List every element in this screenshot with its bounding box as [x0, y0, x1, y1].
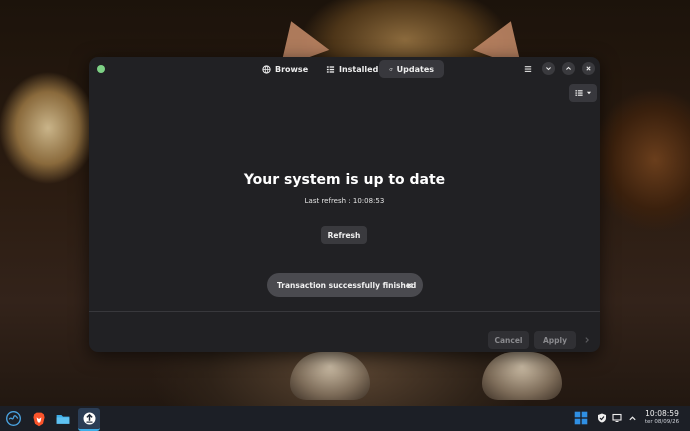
tab-browse-label: Browse: [275, 64, 309, 74]
minimize-button[interactable]: [542, 62, 555, 75]
refresh-icon: [389, 67, 393, 71]
clock-time: 10:08:59: [645, 409, 679, 418]
view-mode-button[interactable]: [569, 84, 597, 102]
hamburger-icon: [524, 65, 531, 72]
footer-divider: [89, 311, 600, 312]
dropbox-icon[interactable]: [574, 411, 588, 425]
page-title: Your system is up to date: [243, 172, 446, 188]
notification-toast: Transaction successfully finished: [267, 273, 423, 297]
dropdown-arrow-icon: [586, 91, 591, 95]
tab-installed-label: Installed: [339, 64, 379, 74]
wallpaper-paw-left: [290, 352, 370, 400]
globe-icon: [262, 64, 271, 74]
apply-button[interactable]: Apply: [534, 331, 576, 349]
brave-browser-icon[interactable]: [30, 410, 47, 427]
chevron-up-icon: [566, 66, 571, 70]
tab-updates-label: Updates: [396, 64, 434, 74]
display-icon[interactable]: [611, 412, 623, 424]
taskbar: [0, 406, 690, 431]
tab-browse[interactable]: Browse: [252, 60, 318, 78]
cancel-button[interactable]: Cancel: [488, 331, 529, 349]
shield-icon[interactable]: [596, 412, 608, 424]
start-menu-icon[interactable]: [5, 410, 22, 427]
close-icon: [586, 66, 591, 71]
app-status-dot: [97, 65, 105, 73]
toast-close-button[interactable]: [404, 280, 414, 290]
chevron-right-icon[interactable]: [583, 336, 591, 344]
refresh-button[interactable]: Refresh: [321, 226, 367, 244]
maximize-button[interactable]: [562, 62, 575, 75]
wallpaper-paw-right: [482, 352, 562, 400]
tab-updates[interactable]: Updates: [379, 60, 444, 78]
list-view-icon: [574, 90, 583, 96]
close-icon: [406, 282, 412, 288]
clock-date: ter 08/09/26: [644, 419, 680, 425]
list-icon: [326, 65, 335, 73]
close-button[interactable]: [582, 62, 595, 75]
window-titlebar: Browse Installed Updates: [89, 57, 600, 81]
tab-installed[interactable]: Installed: [316, 60, 388, 78]
chevron-up-icon[interactable]: [626, 412, 638, 424]
software-updater-icon[interactable]: [78, 408, 100, 431]
software-center-window: Browse Installed Updates Your system is …: [89, 57, 600, 352]
file-manager-icon[interactable]: [54, 410, 71, 427]
last-refresh-text: Last refresh : 10:08:53: [304, 197, 385, 205]
chevron-down-icon: [546, 67, 551, 71]
taskbar-clock[interactable]: 10:08:59 ter 08/09/26: [638, 409, 686, 427]
toast-message: Transaction successfully finished: [277, 280, 417, 290]
hamburger-menu-button[interactable]: [521, 62, 534, 75]
